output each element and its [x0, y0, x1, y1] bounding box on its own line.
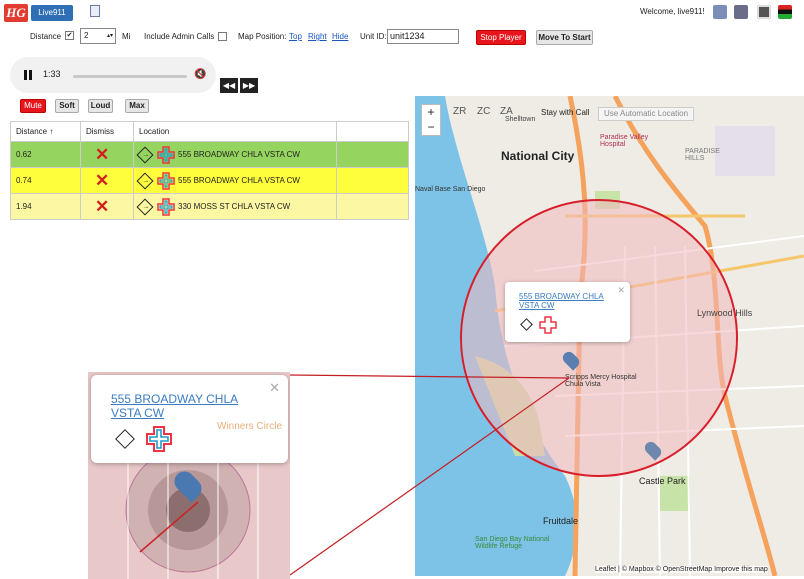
- calls-table: Distance ↑ Dismiss Location 0.62 ✕ → 555 …: [10, 121, 409, 220]
- location-text: 555 BROADWAY CHLA VSTA CW: [178, 149, 300, 159]
- position-hide-link[interactable]: Hide: [332, 32, 348, 41]
- zoom-inset: 555 BROADWAY CHLA VSTA CW ✕ Winners Circ…: [88, 372, 290, 579]
- position-right-link[interactable]: Right: [308, 32, 327, 41]
- label-national-city: National City: [501, 149, 575, 163]
- dismiss-x-icon[interactable]: ✕: [95, 197, 109, 216]
- position-top-link[interactable]: Top: [289, 32, 302, 41]
- table-header: Distance ↑ Dismiss Location: [10, 121, 409, 142]
- mute-speaker-icon[interactable]: 🔇: [194, 69, 206, 80]
- table-row[interactable]: 0.74 ✕ → 555 BROADWAY CHLA VSTA CW: [10, 167, 409, 194]
- medical-cross-icon: [157, 145, 175, 164]
- directions-icon[interactable]: [520, 318, 533, 331]
- label-paradise-valley: Paradise Valley Hospital: [600, 134, 649, 148]
- zoom-out-button[interactable]: −: [422, 120, 440, 135]
- distance-unit: Mi: [122, 32, 131, 41]
- zr-button[interactable]: ZR: [453, 106, 466, 117]
- label-refuge: San Diego Bay National Wildlife Refuge: [475, 536, 550, 550]
- map-position-label: Map Position:: [238, 32, 287, 41]
- zoom-in-button[interactable]: +: [422, 105, 440, 120]
- inset-close-icon[interactable]: ✕: [269, 380, 280, 396]
- sort-arrow-icon: ↑: [49, 127, 54, 136]
- document-icon[interactable]: [90, 5, 100, 17]
- distance-value: 2: [84, 31, 89, 40]
- table-row[interactable]: 1.94 ✕ → 330 MOSS ST CHLA VSTA CW: [10, 193, 409, 220]
- location-header: Location: [133, 121, 337, 142]
- location-cell: → 555 BROADWAY CHLA VSTA CW: [133, 141, 337, 168]
- max-button[interactable]: Max: [125, 99, 149, 113]
- dismiss-x-icon[interactable]: ✕: [95, 145, 109, 164]
- dismiss-x-icon[interactable]: ✕: [95, 171, 109, 190]
- table-row[interactable]: 0.62 ✕ → 555 BROADWAY CHLA VSTA CW: [10, 141, 409, 168]
- fast-forward-button[interactable]: ▶▶: [240, 78, 258, 93]
- soft-button[interactable]: Soft: [55, 99, 79, 113]
- stepper-icon: ▴▾: [106, 33, 113, 39]
- stop-player-button[interactable]: Stop Player: [476, 30, 526, 45]
- medical-cross-icon: [157, 197, 175, 216]
- location-cell: → 555 BROADWAY CHLA VSTA CW: [133, 167, 337, 194]
- pause-icon[interactable]: [24, 70, 27, 80]
- mute-button[interactable]: Mute: [20, 99, 46, 113]
- dismiss-cell[interactable]: ✕: [80, 193, 134, 220]
- medical-cross-icon: [539, 316, 557, 334]
- distance-header[interactable]: Distance ↑: [10, 121, 81, 142]
- distance-cell: 1.94: [10, 193, 81, 220]
- dismiss-header: Dismiss: [80, 121, 134, 142]
- label-fruitdale: Fruitdale: [543, 516, 579, 526]
- live911-tab[interactable]: Live911: [31, 5, 73, 21]
- label-lynwood-hills: Lynwood Hills: [697, 308, 753, 318]
- user-settings-icon[interactable]: [734, 5, 748, 19]
- location-text: 555 BROADWAY CHLA VSTA CW: [178, 175, 300, 185]
- label-shelltown: Shelltown: [505, 116, 536, 123]
- dismiss-cell[interactable]: ✕: [80, 141, 134, 168]
- audio-player: 1:33 🔇: [10, 57, 216, 93]
- move-to-start-button[interactable]: Move To Start: [536, 30, 593, 45]
- admin-calls-label: Include Admin Calls: [144, 32, 215, 41]
- directions-icon[interactable]: [115, 429, 135, 449]
- flag-icon[interactable]: [778, 5, 792, 19]
- label-naval-base: Naval Base San Diego: [415, 186, 486, 193]
- stay-with-call-label[interactable]: Stay with Call: [541, 108, 589, 117]
- dismiss-cell[interactable]: ✕: [80, 167, 134, 194]
- admin-calls-checkbox[interactable]: [218, 32, 227, 41]
- loud-button[interactable]: Loud: [88, 99, 113, 113]
- extra-header: [336, 121, 409, 142]
- map-view[interactable]: + − ZR ZC ZA Stay with Call Use Automatic…: [415, 96, 804, 576]
- distance-cell: 0.74: [10, 167, 81, 194]
- label-paradise-hills: PARADISE HILLS: [685, 148, 720, 162]
- label-scripps: Scripps Mercy Hospital Chula Vista: [565, 374, 637, 388]
- directions-icon[interactable]: →: [136, 146, 154, 163]
- welcome-text: Welcome, live911!: [640, 7, 705, 16]
- monitor-icon[interactable]: [757, 5, 771, 19]
- hg-logo: HG: [4, 4, 28, 22]
- distance-checkbox[interactable]: ✔: [65, 31, 74, 40]
- zoom-control: + −: [421, 104, 441, 136]
- map-popup: 555 BROADWAY CHLA VSTA CW ✕: [505, 282, 630, 342]
- distance-select[interactable]: 2 ▴▾: [80, 28, 116, 44]
- inset-popup: 555 BROADWAY CHLA VSTA CW ✕ Winners Circ…: [91, 375, 288, 463]
- use-auto-location-button[interactable]: Use Automatic Location: [598, 107, 694, 121]
- users-icon[interactable]: [713, 5, 727, 19]
- rewind-button[interactable]: ◀◀: [220, 78, 238, 93]
- player-time: 1:33: [43, 69, 61, 79]
- label-castle-park: Castle Park: [639, 476, 686, 486]
- inset-address-link[interactable]: 555 BROADWAY CHLA VSTA CW: [111, 392, 256, 420]
- location-cell: → 330 MOSS ST CHLA VSTA CW: [133, 193, 337, 220]
- zc-button[interactable]: ZC: [477, 106, 490, 117]
- popup-address-link[interactable]: 555 BROADWAY CHLA VSTA CW: [519, 292, 614, 310]
- directions-icon[interactable]: →: [136, 172, 154, 189]
- medical-cross-icon: [145, 425, 173, 453]
- distance-label: Distance: [30, 32, 62, 41]
- popup-close-icon[interactable]: ✕: [617, 285, 625, 296]
- map-attribution[interactable]: Leaflet | © Mapbox © OpenStreetMap Impro…: [595, 566, 768, 573]
- unit-id-input[interactable]: unit1234: [387, 29, 459, 44]
- directions-icon[interactable]: →: [136, 198, 154, 215]
- unit-id-label: Unit ID:: [360, 32, 387, 41]
- location-text: 330 MOSS ST CHLA VSTA CW: [178, 201, 291, 211]
- winners-circle-label: Winners Circle: [217, 421, 283, 432]
- distance-cell: 0.62: [10, 141, 81, 168]
- medical-cross-icon: [157, 171, 175, 190]
- progress-track[interactable]: [73, 75, 187, 78]
